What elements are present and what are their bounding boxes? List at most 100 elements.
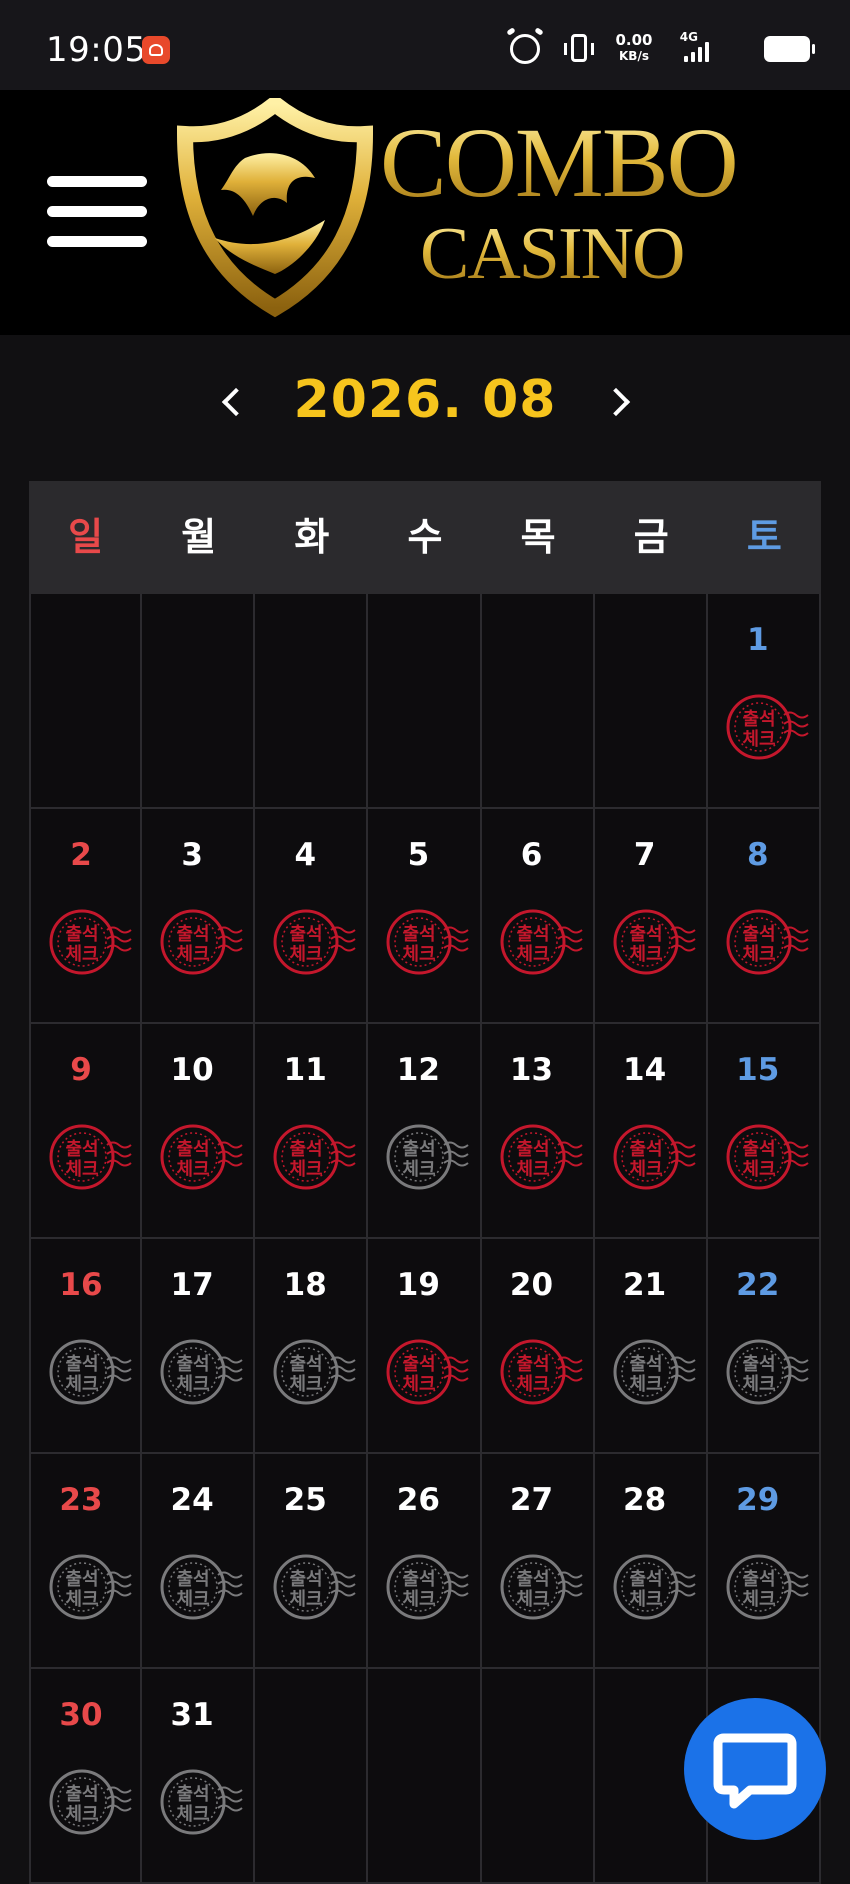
logo-text: COMBO CASINO — [380, 108, 739, 308]
attendance-stamp-checked-icon: 출석 체크 — [726, 689, 812, 765]
day-number: 14 — [623, 1052, 667, 1088]
stamp-text-bottom: 체크 — [290, 944, 323, 965]
day-number: 30 — [59, 1697, 103, 1733]
attendance-stamp-checked-icon: 출석 체크 — [386, 1334, 472, 1410]
calendar-day-cell[interactable]: 19 출석 체크 — [368, 1239, 482, 1454]
calendar-day-cell[interactable]: 15 출석 체크 — [707, 1024, 821, 1239]
alarm-icon — [510, 34, 540, 64]
stamp-text-top: 출석 — [403, 924, 436, 945]
stamp-text-bottom: 체크 — [516, 1589, 549, 1610]
stamp-text-top: 출석 — [177, 924, 210, 945]
attendance-stamp-unchecked-icon: 출석 체크 — [386, 1549, 472, 1625]
stamp-text-bottom: 체크 — [65, 1589, 98, 1610]
stamp-text-bottom: 체크 — [403, 1589, 436, 1610]
attendance-stamp-checked-icon: 출석 체크 — [726, 904, 812, 980]
stamp-text-bottom: 체크 — [516, 1159, 549, 1180]
stamp-text-top: 출석 — [65, 1784, 98, 1805]
calendar-day-cell[interactable]: 4 출석 체크 — [255, 809, 369, 1024]
stamp-text-bottom: 체크 — [403, 944, 436, 965]
calendar-day-cell[interactable]: 26 출석 체크 — [368, 1454, 482, 1669]
attendance-stamp-unchecked-icon: 출석 체크 — [386, 1119, 472, 1195]
stamp-text-top: 출석 — [742, 924, 775, 945]
calendar-day-cell[interactable]: 8 출석 체크 — [707, 809, 821, 1024]
day-number: 21 — [623, 1267, 667, 1303]
calendar-day-cell[interactable]: 7 출석 체크 — [594, 809, 708, 1024]
logo-shield-icon — [175, 93, 375, 318]
day-number: 16 — [59, 1267, 103, 1303]
stamp-text-top: 출석 — [65, 1569, 98, 1590]
stamp-text-top: 출석 — [290, 1354, 323, 1375]
day-number: 4 — [294, 837, 317, 873]
calendar-day-cell[interactable]: 18 출석 체크 — [255, 1239, 369, 1454]
stamp-text-bottom: 체크 — [290, 1589, 323, 1610]
attendance-stamp-unchecked-icon: 출석 체크 — [160, 1549, 246, 1625]
stamp-text-top: 출석 — [65, 1139, 98, 1160]
calendar-day-cell[interactable]: 13 출석 체크 — [481, 1024, 595, 1239]
weekday-wednesday: 수 — [407, 515, 443, 559]
calendar-day-cell[interactable]: 6 출석 체크 — [481, 809, 595, 1024]
attendance-stamp-checked-icon: 출석 체크 — [613, 904, 699, 980]
day-number: 7 — [633, 837, 656, 873]
stamp-text-bottom: 체크 — [742, 1589, 775, 1610]
net-speed-unit: KB/s — [619, 49, 649, 63]
calendar-day-cell[interactable]: 21 출석 체크 — [594, 1239, 708, 1454]
calendar-day-cell[interactable]: 10 출석 체크 — [142, 1024, 256, 1239]
chat-button[interactable] — [684, 1698, 826, 1840]
calendar-day-cell[interactable]: 9 출석 체크 — [29, 1024, 143, 1239]
calendar-empty-cell — [481, 1669, 595, 1884]
calendar-day-cell[interactable]: 20 출석 체크 — [481, 1239, 595, 1454]
calendar-empty-cell — [481, 594, 595, 809]
attendance-stamp-checked-icon: 출석 체크 — [613, 1119, 699, 1195]
day-number: 31 — [170, 1697, 214, 1733]
calendar-day-cell[interactable]: 24 출석 체크 — [142, 1454, 256, 1669]
stamp-text-top: 출석 — [629, 924, 662, 945]
stamp-text-top: 출석 — [177, 1139, 210, 1160]
attendance-stamp-checked-icon: 출석 체크 — [726, 1119, 812, 1195]
stamp-text-bottom: 체크 — [177, 1804, 210, 1825]
calendar-day-cell[interactable]: 22 출석 체크 — [707, 1239, 821, 1454]
calendar-day-cell[interactable]: 5 출석 체크 — [368, 809, 482, 1024]
attendance-stamp-unchecked-icon: 출석 체크 — [49, 1549, 135, 1625]
stamp-text-top: 출석 — [65, 1354, 98, 1375]
calendar-day-cell[interactable]: 14 출석 체크 — [594, 1024, 708, 1239]
attendance-stamp-checked-icon: 출석 체크 — [273, 904, 359, 980]
month-navigation: 2026. 08 — [0, 360, 850, 450]
hamburger-menu-icon[interactable] — [47, 176, 147, 248]
calendar-empty-cell — [368, 1669, 482, 1884]
month-title: 2026. 08 — [293, 370, 557, 430]
signal-icon — [684, 40, 714, 62]
calendar-day-cell[interactable]: 17 출석 체크 — [142, 1239, 256, 1454]
day-number: 10 — [170, 1052, 214, 1088]
weekday-header: 일 월 화 수 목 금 토 — [29, 481, 821, 594]
day-number: 20 — [509, 1267, 554, 1303]
calendar-day-cell[interactable]: 27 출석 체크 — [481, 1454, 595, 1669]
day-number: 26 — [396, 1482, 440, 1518]
stamp-text-bottom: 체크 — [65, 944, 98, 965]
calendar-day-cell[interactable]: 11 출석 체크 — [255, 1024, 369, 1239]
attendance-stamp-checked-icon: 출석 체크 — [49, 904, 135, 980]
calendar-day-cell[interactable]: 12 출석 체크 — [368, 1024, 482, 1239]
day-number: 18 — [283, 1267, 327, 1303]
stamp-text-bottom: 체크 — [629, 1374, 662, 1395]
calendar-day-cell[interactable]: 31 출석 체크 — [142, 1669, 256, 1884]
calendar-day-cell[interactable]: 30 출석 체크 — [29, 1669, 143, 1884]
calendar-grid: 1 출석 체크 2 출석 체크 3 출석 체크 4 출석 체크 5 출석 체크 6 출석 체크 7 출석 체크 8 출석 체크… — [29, 594, 821, 1884]
chevron-left-icon[interactable] — [212, 382, 252, 422]
stamp-text-bottom: 체크 — [65, 1159, 98, 1180]
calendar-day-cell[interactable]: 3 출석 체크 — [142, 809, 256, 1024]
calendar-week-row: 16 출석 체크 17 출석 체크 18 출석 체크 19 출석 체크 20 출석 체크 21 출석 체크 22 출석… — [29, 1239, 821, 1454]
calendar-day-cell[interactable]: 1 출석 체크 — [707, 594, 821, 809]
calendar-week-row: 9 출석 체크 10 출석 체크 11 출석 체크 12 출석 체크 13 출석 체크 14 출석 체크 15 출석 체… — [29, 1024, 821, 1239]
chevron-right-icon[interactable] — [600, 382, 640, 422]
calendar-day-cell[interactable]: 29 출석 체크 — [707, 1454, 821, 1669]
calendar-day-cell[interactable]: 25 출석 체크 — [255, 1454, 369, 1669]
calendar-day-cell[interactable]: 23 출석 체크 — [29, 1454, 143, 1669]
stamp-text-top: 출석 — [742, 1569, 775, 1590]
day-number: 9 — [70, 1052, 92, 1088]
stamp-text-bottom: 체크 — [403, 1159, 436, 1180]
calendar-day-cell[interactable]: 2 출석 체크 — [29, 809, 143, 1024]
calendar-day-cell[interactable]: 28 출석 체크 — [594, 1454, 708, 1669]
stamp-text-bottom: 체크 — [177, 1589, 210, 1610]
attendance-stamp-unchecked-icon: 출석 체크 — [49, 1334, 135, 1410]
calendar-day-cell[interactable]: 16 출석 체크 — [29, 1239, 143, 1454]
